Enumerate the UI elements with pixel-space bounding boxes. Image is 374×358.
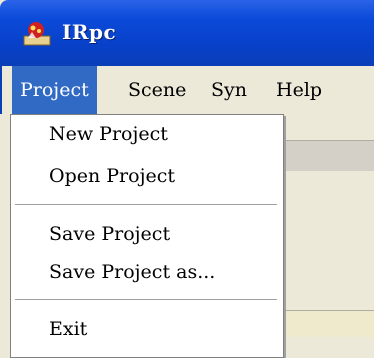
window-title: IRpc [62,20,117,44]
menu-project[interactable]: Project [12,66,97,114]
menu-item-save-project-as[interactable]: Save Project as... [49,261,215,283]
title-bar[interactable]: IRpc [0,0,374,66]
menu-separator [15,204,277,206]
menu-item-save-project[interactable]: Save Project [49,223,170,245]
project-menu-dropdown: New Project Open Project Save Project Sa… [10,114,284,358]
menu-syn[interactable]: Syn [203,66,255,114]
app-icon [23,22,51,46]
menu-help[interactable]: Help [268,66,330,114]
menu-item-exit[interactable]: Exit [49,318,87,340]
toolbar-strip [276,140,374,171]
menu-separator [15,299,277,301]
menu-item-new-project[interactable]: New Project [49,123,168,145]
panel-strip [276,310,374,337]
menu-item-open-project[interactable]: Open Project [49,165,175,187]
menu-bar: Project Scene Syn Help [0,66,374,114]
menu-scene[interactable]: Scene [120,66,194,114]
